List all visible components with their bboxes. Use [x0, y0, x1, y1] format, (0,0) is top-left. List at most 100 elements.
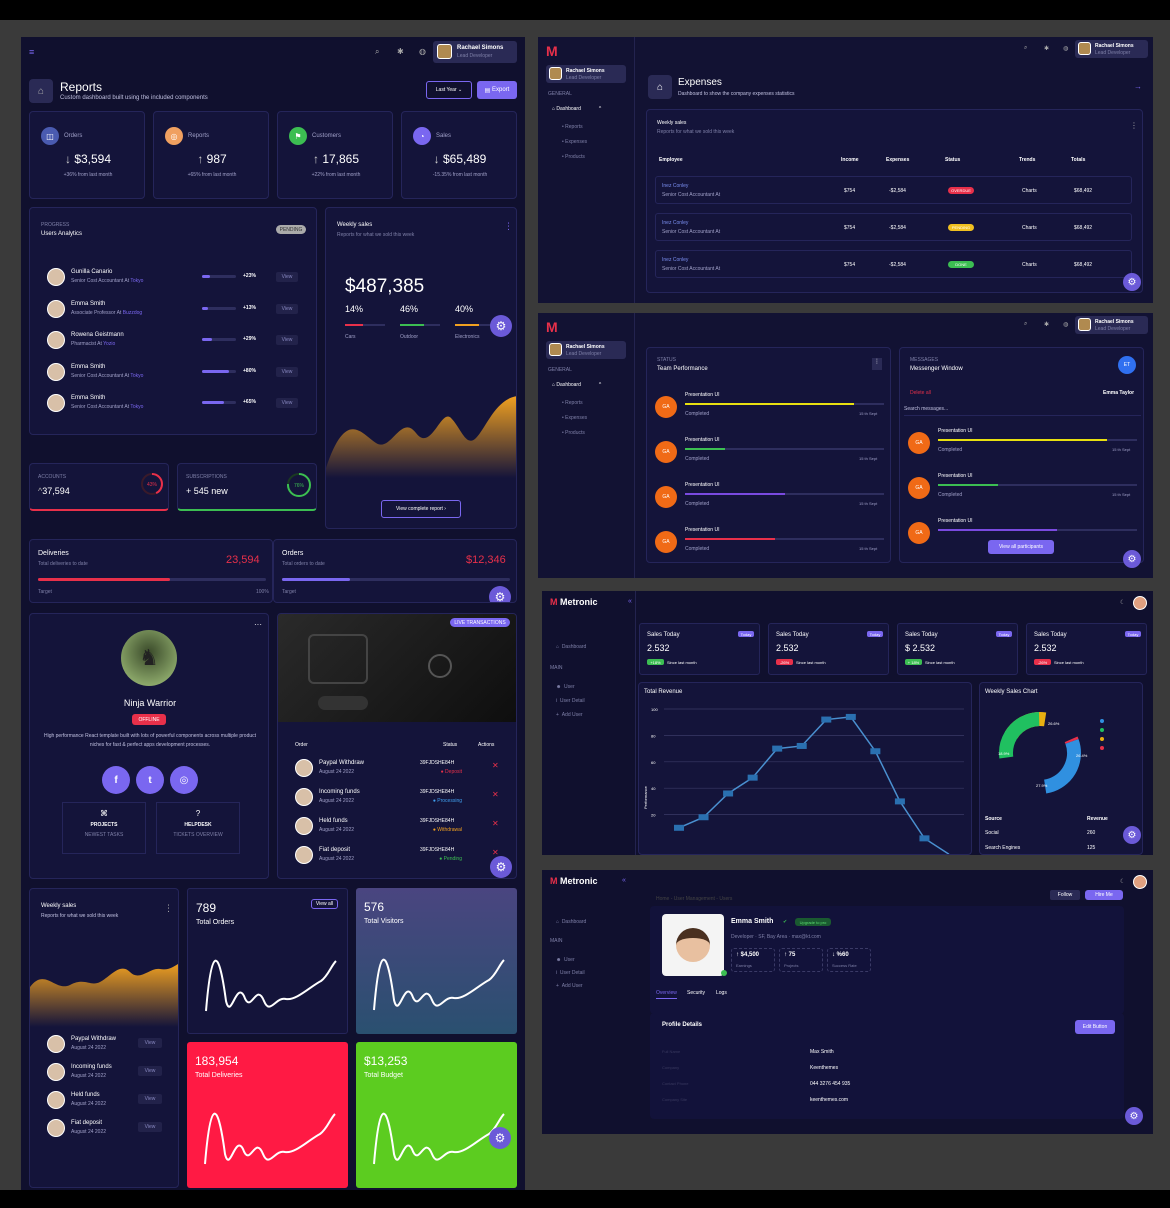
more-icon[interactable]: ⋮ [1130, 121, 1138, 130]
twitter-icon[interactable]: t [136, 766, 164, 794]
sidebar-item-user[interactable]: ☻ User [556, 684, 575, 690]
sidebar-item-user[interactable]: ☻ User [556, 957, 575, 963]
view-report-button[interactable]: View complete report › [381, 500, 461, 518]
settings-gear-icon[interactable]: ⚙ [1123, 273, 1141, 291]
settings-gear-icon[interactable]: ⚙ [1125, 1107, 1143, 1125]
settings-gear-icon[interactable]: ⚙ [490, 856, 512, 878]
moon-icon[interactable]: ☾ [1120, 599, 1125, 606]
sidebar-item-products[interactable]: • Products [562, 430, 585, 436]
follow-button[interactable]: Follow [1050, 890, 1080, 900]
data-point[interactable] [698, 814, 709, 821]
data-point[interactable] [747, 774, 758, 781]
projects-tile[interactable]: ⌘ PROJECTS NEWEST TASKS [62, 802, 146, 854]
view-button[interactable]: View [138, 1066, 162, 1076]
data-point[interactable] [674, 824, 684, 831]
delete-all-link[interactable]: Delete all [910, 390, 931, 396]
sidebar-user[interactable]: Rachael Simons Lead Developer [546, 65, 626, 83]
collapse-icon[interactable]: « [628, 598, 632, 605]
delete-icon[interactable]: ✕ [492, 790, 499, 799]
period-select[interactable]: Last Year ⌄ [426, 81, 472, 99]
view-button[interactable]: View [276, 335, 298, 345]
view-participants-button[interactable]: View all participants [988, 540, 1054, 554]
search-icon[interactable]: ⌕ [1024, 321, 1027, 328]
split-pct: 46% [400, 304, 419, 314]
search-icon[interactable]: ⌕ [375, 47, 379, 57]
sidebar-item-dashboard[interactable]: ⌂ Dashboard [556, 644, 586, 650]
collapse-icon[interactable]: « [622, 877, 626, 884]
settings-gear-icon[interactable]: ⚙ [490, 315, 512, 337]
more-icon[interactable]: ··· [254, 620, 262, 629]
row-title: Presentation UI [938, 428, 973, 434]
hire-button[interactable]: Hire Me [1085, 890, 1123, 900]
user-chip[interactable]: Rachael Simons Lead Developer [1075, 316, 1148, 334]
delete-icon[interactable]: ✕ [492, 761, 499, 770]
sidebar-item-dashboard[interactable]: ⌂ Dashboard ^ [552, 106, 601, 112]
sidebar-item-dashboard[interactable]: ⌂ Dashboard ^ [552, 382, 601, 388]
settings-gear-icon[interactable]: ⚙ [489, 1127, 511, 1149]
search-icon[interactable]: ⌕ [1024, 45, 1027, 52]
more-icon[interactable]: ⋮ [164, 903, 173, 914]
sidebar-item-reports[interactable]: • Reports [562, 124, 583, 130]
data-point[interactable] [894, 798, 905, 805]
view-button[interactable]: View [138, 1038, 162, 1048]
bug-icon[interactable]: ✱ [397, 47, 404, 56]
tab-logs[interactable]: Logs [716, 990, 727, 996]
more-icon[interactable]: ⋮ [872, 358, 882, 370]
view-button[interactable]: View [276, 366, 298, 377]
table-row[interactable]: Inez Conley Senior Cost Accountant At $754… [655, 213, 1132, 241]
user-chip[interactable]: Rachael Simons Lead Developer [1075, 40, 1148, 58]
view-button[interactable]: View [138, 1094, 162, 1104]
sidebar-item-expenses[interactable]: • Expenses [562, 139, 587, 145]
globe-icon[interactable]: ◍ [1063, 45, 1068, 52]
globe-icon[interactable]: ◍ [419, 47, 426, 56]
sidebar-item-user-detail[interactable]: i User Detail [556, 698, 585, 704]
export-button[interactable]: ▤ Export [477, 81, 517, 99]
more-icon[interactable]: ⋮ [504, 221, 513, 232]
sidebar-item-add-user[interactable]: + Add User [556, 983, 583, 989]
upgrade-badge[interactable]: Upgrade to pro [795, 918, 831, 926]
instagram-icon[interactable]: ◎ [170, 766, 198, 794]
arrow-right-icon[interactable]: → [1134, 82, 1142, 91]
helpdesk-tile[interactable]: ? HELPDESK TICKETS OVERVIEW [156, 802, 240, 854]
table-row[interactable]: Inez Conley Senior Cost Accountant At $754… [655, 250, 1132, 278]
tab-overview[interactable]: Overview [656, 990, 677, 999]
sidebar-item-user-detail[interactable]: i User Detail [556, 970, 585, 976]
moon-icon[interactable]: ☾ [1120, 878, 1125, 885]
facebook-icon[interactable]: f [102, 766, 130, 794]
view-all-link[interactable]: View all [311, 899, 338, 909]
view-button[interactable]: View [276, 272, 298, 282]
view-button[interactable]: View [138, 1122, 162, 1132]
analytics-kicker: PROGRESS [41, 222, 70, 228]
globe-icon[interactable]: ◍ [1063, 321, 1068, 328]
bug-icon[interactable]: ✱ [1044, 45, 1049, 52]
sidebar-item-dashboard[interactable]: ⌂ Dashboard [556, 919, 586, 925]
data-point[interactable] [772, 745, 783, 752]
data-point[interactable] [821, 716, 832, 723]
sidebar-item-reports[interactable]: • Reports [562, 400, 583, 406]
view-button[interactable]: View [276, 398, 298, 408]
bug-icon[interactable]: ✱ [1044, 321, 1049, 328]
table-row[interactable]: Inez Conley Senior Cost Accountant At $754… [655, 176, 1132, 204]
menu-icon[interactable]: ≡ [29, 47, 34, 57]
user-chip[interactable]: Rachael Simons Lead Developer [433, 41, 517, 63]
sales-tag: Today [867, 631, 883, 637]
search-messages-input[interactable]: Search messages... [904, 406, 1141, 416]
sidebar-user[interactable]: Rachael Simons Lead Developer [546, 341, 626, 359]
data-point[interactable] [845, 713, 856, 720]
settings-gear-icon[interactable]: ⚙ [1123, 826, 1141, 844]
sidebar-item-expenses[interactable]: • Expenses [562, 415, 587, 421]
sidebar-item-add-user[interactable]: + Add User [556, 712, 583, 718]
avatar[interactable] [1133, 596, 1147, 610]
view-button[interactable]: View [276, 303, 298, 314]
data-point[interactable] [870, 748, 881, 755]
data-point[interactable] [919, 835, 930, 842]
tab-security[interactable]: Security [687, 990, 705, 996]
edit-button[interactable]: Edit Button [1075, 1020, 1115, 1034]
delete-icon[interactable]: ✕ [492, 819, 499, 828]
data-point[interactable] [723, 790, 734, 797]
data-point[interactable] [796, 742, 807, 749]
avatar[interactable] [1133, 875, 1147, 889]
settings-gear-icon[interactable]: ⚙ [489, 586, 511, 602]
settings-gear-icon[interactable]: ⚙ [1123, 550, 1141, 568]
sidebar-item-products[interactable]: • Products [562, 154, 585, 160]
